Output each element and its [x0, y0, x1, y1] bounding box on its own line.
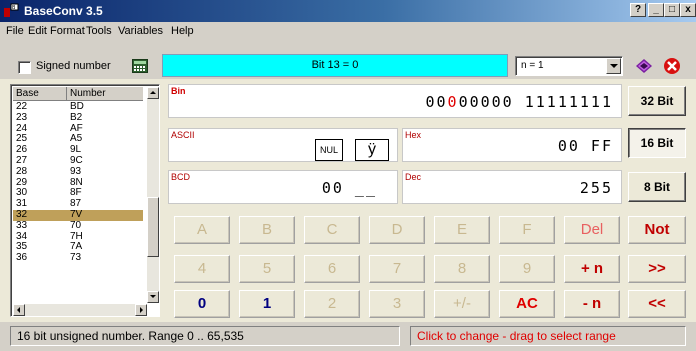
- key-e[interactable]: E: [434, 216, 490, 244]
- menu-format[interactable]: Format: [50, 25, 85, 37]
- header-base[interactable]: Base: [16, 88, 39, 99]
- scroll-thumb[interactable]: [147, 197, 159, 257]
- number-cell: 73: [70, 252, 82, 264]
- key-3[interactable]: 3: [369, 290, 425, 318]
- vertical-scrollbar[interactable]: [147, 87, 159, 303]
- dec-value[interactable]: 255: [580, 179, 613, 197]
- base-list-header: Base Number: [13, 87, 143, 101]
- key-6[interactable]: 6: [304, 255, 360, 283]
- 16-bit-button[interactable]: 16 Bit: [628, 128, 686, 158]
- base-cell: 28: [16, 165, 28, 177]
- close-red-icon[interactable]: [662, 56, 682, 76]
- horizontal-scrollbar[interactable]: [13, 304, 147, 316]
- status-hint[interactable]: Click to change - drag to select range: [410, 326, 686, 346]
- dec-field[interactable]: Dec 255: [402, 170, 622, 204]
- n-select[interactable]: n = 1: [515, 56, 623, 76]
- toolbar: Signed number Bit 13 = 0 n = 1: [0, 41, 696, 79]
- menu-help[interactable]: Help: [171, 25, 194, 37]
- ascii-field[interactable]: ASCII NUL ÿ: [168, 128, 398, 162]
- status-bar: 16 bit unsigned number. Range 0 .. 65,53…: [0, 322, 696, 351]
- app-icon: B: [4, 3, 19, 17]
- key-2[interactable]: 2: [304, 290, 360, 318]
- bin-value-prefix: 00: [425, 93, 448, 111]
- dec-label: Dec: [405, 172, 422, 182]
- shift-right-button[interactable]: >>: [628, 255, 686, 283]
- key-7[interactable]: 7: [369, 255, 425, 283]
- key-c[interactable]: C: [304, 216, 360, 244]
- table-row[interactable]: 23 B2: [13, 111, 143, 124]
- minimize-button[interactable]: _: [648, 3, 664, 17]
- number-cell: 93: [70, 165, 82, 177]
- hex-value[interactable]: 00 FF: [558, 137, 613, 155]
- ascii-label: ASCII: [171, 130, 195, 140]
- base-cell: 23: [16, 111, 28, 123]
- menu-file[interactable]: File: [6, 25, 24, 37]
- key-d[interactable]: D: [369, 216, 425, 244]
- table-row[interactable]: 28 93: [13, 165, 143, 178]
- close-button[interactable]: x: [680, 3, 696, 17]
- bin-value-rest: 00000 11111111: [458, 93, 613, 111]
- key-b[interactable]: B: [239, 216, 295, 244]
- signed-label: Signed number: [36, 60, 111, 72]
- help-button[interactable]: ?: [630, 3, 646, 17]
- number-cell: B2: [70, 111, 83, 123]
- key-f[interactable]: F: [499, 216, 555, 244]
- bin-label: Bin: [171, 86, 186, 96]
- status-range: 16 bit unsigned number. Range 0 .. 65,53…: [10, 326, 400, 346]
- bcd-value[interactable]: 00 __: [322, 179, 377, 197]
- hex-label: Hex: [405, 130, 422, 140]
- window-title: BaseConv 3.5: [24, 4, 103, 18]
- shift-left-button[interactable]: <<: [628, 290, 686, 318]
- hex-field[interactable]: Hex 00 FF: [402, 128, 622, 162]
- negate-button[interactable]: +/-: [434, 290, 490, 318]
- menu-tools[interactable]: Tools: [86, 25, 112, 37]
- table-row[interactable]: 36 73: [13, 252, 143, 264]
- menu-variables[interactable]: Variables: [118, 25, 163, 37]
- 8-bit-button[interactable]: 8 Bit: [628, 172, 686, 202]
- signed-checkbox[interactable]: [18, 61, 31, 74]
- bin-value-highlight: 0: [447, 93, 459, 111]
- plus-n-button[interactable]: + n: [564, 255, 620, 283]
- svg-text:B: B: [12, 5, 16, 11]
- key-0[interactable]: 0: [174, 290, 230, 318]
- scroll-left-icon[interactable]: [13, 304, 25, 316]
- key-8[interactable]: 8: [434, 255, 490, 283]
- base-cell: 33: [16, 219, 28, 231]
- bit-status-bar[interactable]: Bit 13 = 0: [162, 54, 508, 77]
- all-clear-button[interactable]: AC: [499, 290, 555, 318]
- calculator-icon[interactable]: [132, 59, 148, 73]
- menu-bar: File Edit Format Tools Variables Help: [0, 22, 696, 41]
- base-list[interactable]: Base Number 22 BD 23 B2 24 AF 25 A5 26 9L 27 9…: [10, 84, 160, 317]
- key-a[interactable]: A: [174, 216, 230, 244]
- book-icon[interactable]: [634, 56, 654, 76]
- scroll-down-icon[interactable]: [147, 291, 159, 303]
- chevron-down-icon[interactable]: [606, 58, 621, 74]
- key-4[interactable]: 4: [174, 255, 230, 283]
- table-row[interactable]: 33 70: [13, 219, 143, 232]
- minus-n-button[interactable]: - n: [564, 290, 620, 318]
- key-1[interactable]: 1: [239, 290, 295, 318]
- header-number[interactable]: Number: [70, 88, 106, 99]
- 32-bit-button[interactable]: 32 Bit: [628, 86, 686, 116]
- n-select-value: n = 1: [521, 60, 544, 71]
- header-divider: [66, 87, 67, 101]
- scroll-up-icon[interactable]: [147, 87, 159, 99]
- title-bar: B BaseConv 3.5 ? _ □ x: [0, 0, 696, 22]
- menu-edit[interactable]: Edit: [28, 25, 47, 37]
- bcd-field[interactable]: BCD 00 __: [168, 170, 398, 204]
- scroll-right-icon[interactable]: [135, 304, 147, 316]
- ascii-char-2[interactable]: ÿ: [355, 139, 389, 161]
- bin-field[interactable]: Bin 00000000 11111111: [168, 84, 622, 118]
- bcd-label: BCD: [171, 172, 191, 182]
- maximize-button[interactable]: □: [664, 3, 680, 17]
- not-button[interactable]: Not: [628, 216, 686, 244]
- bin-value[interactable]: 00000000 11111111: [425, 93, 613, 111]
- del-button[interactable]: Del: [564, 216, 620, 244]
- ascii-char-1[interactable]: NUL: [315, 139, 343, 161]
- key-5[interactable]: 5: [239, 255, 295, 283]
- key-9[interactable]: 9: [499, 255, 555, 283]
- base-list-rows: 22 BD 23 B2 24 AF 25 A5 26 9L 27 9C 28 93 29 8N …: [13, 101, 143, 264]
- number-cell: 70: [70, 219, 82, 231]
- base-cell: 36: [16, 252, 28, 264]
